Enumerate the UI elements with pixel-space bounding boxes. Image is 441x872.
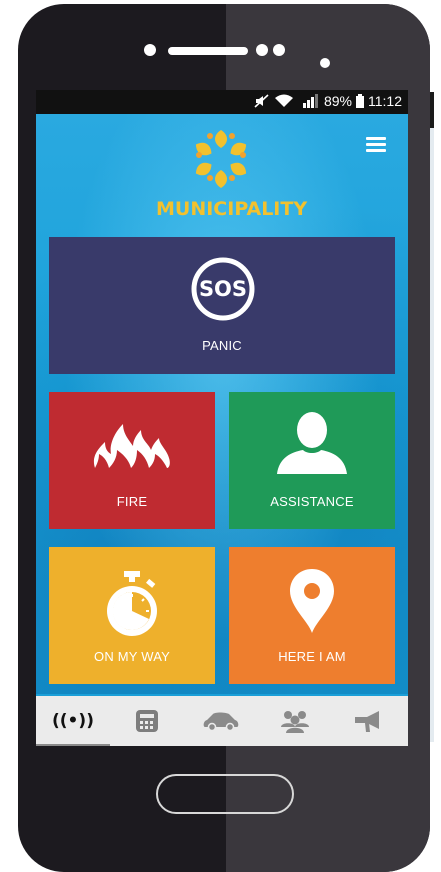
status-time: 11:12 [368, 93, 402, 109]
panic-tile[interactable]: SOS PANIC [49, 237, 395, 374]
person-icon [277, 412, 347, 474]
nav-group[interactable] [258, 696, 332, 746]
on-my-way-tile[interactable]: ON MY WAY [49, 547, 215, 684]
nav-megaphone[interactable] [332, 696, 406, 746]
fire-label: FIRE [116, 494, 148, 509]
mute-icon [254, 94, 270, 108]
here-i-am-tile[interactable]: HERE I AM [229, 547, 395, 684]
signal-icon [302, 94, 320, 108]
bottom-navigation: ((•)) [36, 696, 408, 746]
broadcast-icon: ((•)) [52, 711, 94, 731]
app-screen: 89% 11:12 MUNICIPALITY SOS PANIC FIRE AS… [36, 90, 408, 746]
here-i-am-label: HERE I AM [278, 649, 346, 664]
status-icons: 89% 11:12 [254, 93, 402, 109]
calculator-icon [136, 710, 158, 732]
logo-text: MUNICIPALITY [156, 198, 308, 220]
status-bar: 89% 11:12 [36, 90, 408, 114]
municipality-logo: MUNICIPALITY [156, 128, 308, 222]
home-button[interactable] [156, 774, 294, 814]
sos-badge-text: SOS [198, 277, 248, 301]
fire-icon [93, 424, 170, 468]
nav-broadcast[interactable]: ((•)) [36, 696, 110, 746]
group-icon [281, 711, 309, 733]
hamburger-menu-icon[interactable] [366, 137, 386, 153]
stopwatch-icon [107, 571, 157, 636]
speaker-grille [168, 47, 248, 55]
location-pin-icon [290, 569, 334, 633]
assistance-tile[interactable]: ASSISTANCE [229, 392, 395, 529]
megaphone-icon [355, 711, 379, 732]
assistance-label: ASSISTANCE [270, 494, 354, 509]
battery-percent: 89% [323, 93, 352, 109]
wifi-icon [274, 94, 294, 108]
nav-active-indicator [36, 744, 110, 746]
panic-label: PANIC [202, 338, 242, 353]
nav-calculator[interactable] [110, 696, 184, 746]
sensor-dot [273, 44, 285, 56]
on-my-way-label: ON MY WAY [94, 649, 170, 664]
fire-tile[interactable]: FIRE [49, 392, 215, 529]
logo-star-icon [195, 130, 247, 188]
sensor-dot [144, 44, 156, 56]
battery-icon [356, 94, 364, 108]
nav-car[interactable] [184, 696, 258, 746]
car-icon [203, 712, 239, 731]
front-camera [320, 58, 330, 68]
sensor-dot [256, 44, 268, 56]
